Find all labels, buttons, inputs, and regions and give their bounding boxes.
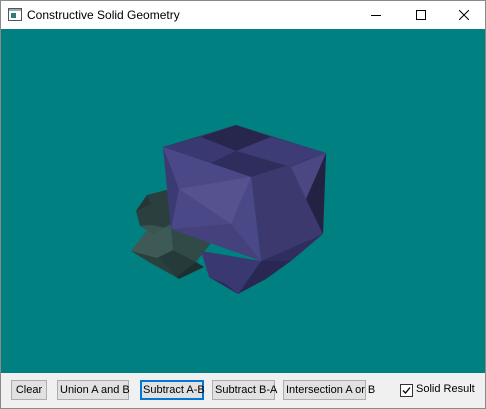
checkmark-icon bbox=[402, 387, 411, 394]
solid-result-label[interactable]: Solid Result bbox=[416, 383, 475, 395]
minimize-icon bbox=[371, 15, 381, 16]
union-button[interactable]: Union A and B bbox=[57, 380, 130, 400]
app-window: Constructive Solid Geometry Clear Union … bbox=[0, 0, 486, 409]
maximize-icon bbox=[416, 10, 426, 20]
window-title: Constructive Solid Geometry bbox=[27, 8, 180, 22]
intersection-button[interactable]: Intersection A or B bbox=[283, 380, 375, 400]
subtract-a-b-button[interactable]: Subtract A-B bbox=[140, 380, 205, 400]
minimize-button[interactable] bbox=[354, 1, 398, 29]
subtract-b-a-button[interactable]: Subtract B-A bbox=[212, 380, 277, 400]
title-bar[interactable]: Constructive Solid Geometry bbox=[1, 1, 485, 29]
clear-button[interactable]: Clear bbox=[11, 380, 47, 400]
solid-result-checkbox[interactable] bbox=[400, 384, 413, 397]
close-button[interactable] bbox=[442, 1, 485, 29]
3d-viewport[interactable] bbox=[1, 29, 485, 373]
close-icon bbox=[459, 10, 469, 20]
maximize-button[interactable] bbox=[399, 1, 443, 29]
app-window-icon bbox=[8, 8, 22, 21]
bottom-toolbar: Clear Union A and B Subtract A-B Subtrac… bbox=[1, 373, 485, 408]
